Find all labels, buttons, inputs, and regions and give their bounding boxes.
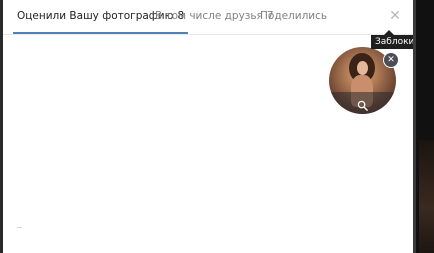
tab-label: Оценили Вашу фотографию <box>17 10 174 22</box>
tab-label: В том числе друзья <box>155 10 263 22</box>
tabs-bar: Оценили Вашу фотографию 8 В том числе дру… <box>3 0 413 35</box>
remove-icon[interactable]: ✕ <box>383 52 399 68</box>
likes-popup: Оценили Вашу фотографию 8 В том числе дру… <box>3 0 413 253</box>
tab-including-friends[interactable]: В том числе друзья 7 <box>155 0 274 33</box>
magnifier-icon[interactable] <box>357 100 368 111</box>
tab-label: Поделились <box>260 10 328 22</box>
divider <box>17 227 22 228</box>
close-icon[interactable]: ✕ <box>387 8 403 24</box>
background-edge-right <box>413 0 434 253</box>
tab-shared[interactable]: Поделились <box>260 0 327 33</box>
liker-avatar-item[interactable]: ✕ <box>329 47 399 114</box>
